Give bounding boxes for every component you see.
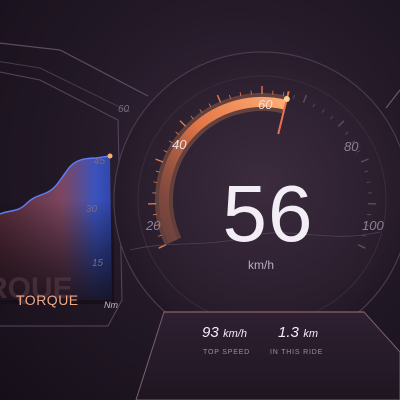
- top-speed-caption: TOP SPEED: [203, 349, 251, 356]
- frame-line-top-left: [0, 42, 149, 97]
- ride-distance-unit: km: [303, 328, 318, 340]
- gauge-label-100: 100: [362, 218, 384, 233]
- torque-label: TORQUE: [16, 292, 79, 308]
- top-speed-value: 93: [202, 324, 219, 341]
- gauge-label-80: 80: [344, 139, 359, 154]
- torque-scale-45: 45: [94, 156, 106, 167]
- torque-scale-30: 30: [86, 204, 98, 215]
- torque-scale-15: 15: [92, 258, 104, 269]
- speed-needle-tip: [283, 96, 290, 103]
- ride-distance-value: 1.3: [278, 324, 299, 341]
- gauge-label-20: 20: [146, 218, 161, 233]
- gauge-tick-mark: [366, 213, 372, 216]
- top-speed-stat: 93 km/h: [202, 324, 247, 342]
- frame-line-left-inner: [0, 61, 131, 113]
- ride-distance-caption: IN THIS RIDE: [270, 349, 324, 356]
- dashboard: 60 45 30 15 RQUE TORQUE Nm 20 40 60 80 1…: [0, 0, 400, 400]
- gauge-tick-mark: [152, 213, 158, 216]
- ride-distance-stat: 1.3 km: [278, 324, 318, 342]
- stats-panel: [135, 311, 400, 400]
- gauge-label-40: 40: [172, 137, 187, 152]
- torque-unit: Nm: [104, 300, 118, 310]
- speed-unit: km/h: [248, 258, 275, 272]
- gauge-label-60: 60: [258, 97, 273, 112]
- torque-current-marker: [107, 153, 113, 159]
- torque-scale-60: 60: [118, 104, 130, 115]
- frame-line-right: [385, 89, 400, 109]
- top-speed-unit: km/h: [223, 328, 247, 340]
- current-speed: 56: [222, 169, 314, 258]
